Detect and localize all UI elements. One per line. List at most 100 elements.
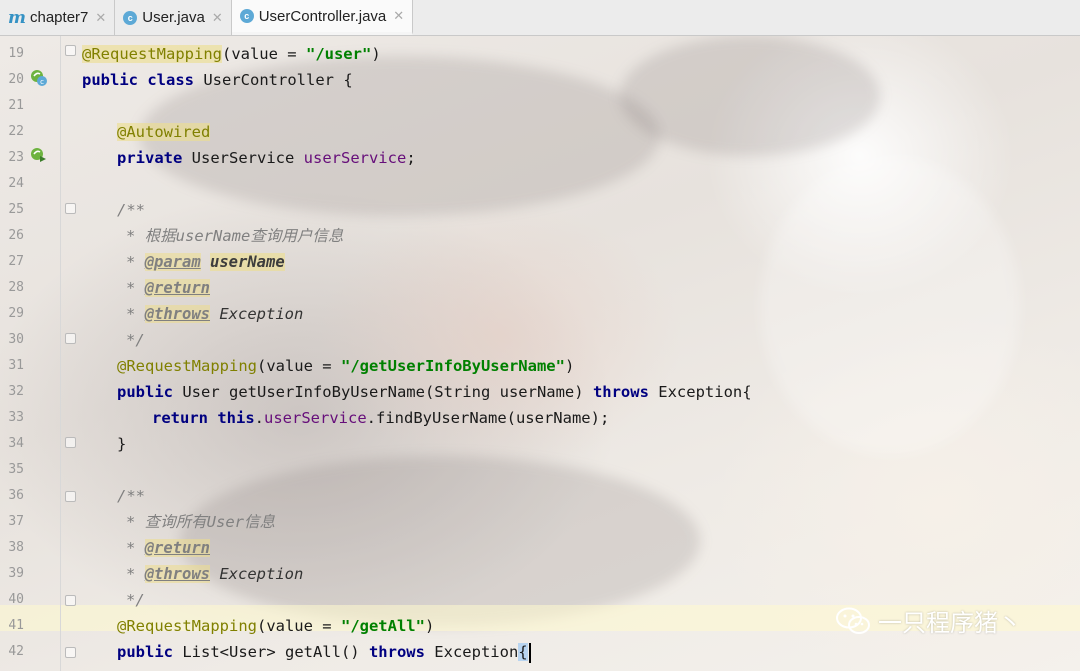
code-text: (value =: [256, 357, 341, 375]
method-signature: User getUserInfoByUserName(String userNa…: [173, 383, 593, 401]
code-line-41: @RequestMapping(value = "/getAll"): [117, 613, 434, 639]
close-icon[interactable]: ✕: [95, 10, 106, 26]
code-text: Exception: [424, 643, 519, 661]
code-text: ): [564, 357, 575, 375]
keyword: return: [152, 409, 208, 427]
editor-gutter: 19 20 21 22 23 24 25 26 27 28 29 30 31 3…: [0, 36, 76, 671]
code-text: ): [424, 617, 435, 635]
annotation: @RequestMapping: [117, 357, 257, 375]
code-text: ;: [406, 149, 416, 167]
code-line-33: return this.userService.findByUserName(u…: [152, 405, 609, 431]
maven-module-icon: m: [8, 7, 26, 28]
fold-marker[interactable]: [65, 595, 76, 606]
fold-marker[interactable]: [65, 333, 76, 344]
line-number: 24: [8, 176, 24, 191]
string-literal: "/getUserInfoByUserName": [340, 357, 565, 375]
code-text: *: [126, 565, 145, 583]
fold-marker[interactable]: [65, 203, 76, 214]
code-text: .: [254, 409, 265, 427]
line-number: 35: [8, 462, 24, 477]
keyword: public: [117, 643, 173, 661]
annotation: @RequestMapping: [117, 617, 257, 635]
line-number: 21: [8, 98, 24, 113]
gutter-divider: [60, 36, 61, 671]
code-line-22: @Autowired: [117, 119, 211, 145]
line-number: 25: [8, 202, 24, 217]
field-name: userService: [303, 149, 407, 167]
class-icon: c: [123, 10, 138, 25]
fold-marker[interactable]: [65, 647, 76, 658]
code-editor[interactable]: @RequestMapping(value = "/user") public …: [82, 36, 1072, 671]
line-number: 37: [8, 514, 24, 529]
close-icon[interactable]: ✕: [393, 8, 404, 24]
wechat-icon: [836, 607, 870, 634]
line-number: 23: [8, 150, 24, 165]
keyword: throws: [368, 643, 425, 661]
code-line-37: * 查询所有User信息: [126, 513, 275, 531]
line-number: 30: [8, 332, 24, 347]
code-text: *: [126, 279, 145, 297]
javadoc-tag: @throws: [144, 305, 210, 323]
line-number: 34: [8, 436, 24, 451]
code-text: ): [371, 45, 381, 63]
code-line-40: */: [126, 591, 145, 609]
method-signature: List<User> getAll(): [173, 643, 369, 661]
autowired-navigate-icon[interactable]: [30, 147, 48, 165]
line-number: 26: [8, 228, 24, 243]
matched-brace: {: [518, 643, 528, 661]
code-text: *: [126, 253, 145, 271]
fold-marker[interactable]: [65, 491, 76, 502]
editor-tab-bar: m chapter7 ✕ c User.java ✕ c UserControl…: [0, 0, 1080, 36]
line-number: 42: [8, 644, 24, 659]
fold-marker[interactable]: [65, 45, 76, 56]
annotation: @Autowired: [117, 123, 211, 141]
keyword: public: [117, 383, 173, 401]
line-number: 19: [8, 46, 24, 61]
code-line-23: private UserService userService;: [117, 145, 416, 171]
line-number: 39: [8, 566, 24, 581]
spring-bean-icon[interactable]: c: [30, 69, 48, 87]
line-number: 31: [8, 358, 24, 373]
code-line-29: * @throws Exception: [126, 301, 303, 327]
code-line-20: public class UserController {: [82, 67, 353, 93]
code-line-31: @RequestMapping(value = "/getUserInfoByU…: [117, 353, 574, 379]
code-line-27: * @param userName: [126, 249, 285, 275]
tab-chapter7[interactable]: m chapter7 ✕: [0, 0, 116, 35]
line-number: 20: [8, 72, 24, 87]
code-line-19: @RequestMapping(value = "/user"): [82, 41, 381, 67]
svg-text:c: c: [40, 78, 44, 86]
string-literal: "/getAll": [340, 617, 425, 635]
code-line-34: }: [117, 435, 127, 453]
javadoc-tag: @param: [144, 253, 201, 271]
code-text: *: [126, 305, 145, 323]
line-number: 38: [8, 540, 24, 555]
tab-usercontroller-java[interactable]: c UserController.java ✕: [231, 0, 414, 35]
watermark: 一只程序猪丶: [836, 603, 1022, 638]
line-number: 29: [8, 306, 24, 321]
field-name: userService: [264, 409, 367, 427]
param-name: userName: [210, 253, 285, 271]
tab-label: User.java: [142, 9, 205, 26]
string-literal: "/user": [305, 45, 372, 63]
close-icon[interactable]: ✕: [212, 10, 223, 26]
code-line-26: * 根据userName查询用户信息: [126, 227, 344, 245]
line-number: 41: [8, 618, 24, 633]
line-number: 27: [8, 254, 24, 269]
code-text: Exception: [210, 305, 304, 323]
code-text: .findByUserName(userName);: [366, 409, 610, 427]
line-number: 28: [8, 280, 24, 295]
code-text: *: [126, 539, 145, 557]
tab-user-java[interactable]: c User.java ✕: [115, 0, 232, 35]
line-number: 32: [8, 384, 24, 399]
code-line-28: * @return: [126, 275, 210, 301]
class-icon: c: [239, 9, 254, 23]
fold-marker[interactable]: [65, 437, 76, 448]
code-line-32: public User getUserInfoByUserName(String…: [117, 379, 752, 405]
code-line-36: /**: [117, 487, 145, 505]
line-number: 36: [8, 488, 24, 503]
javadoc-tag: @return: [144, 539, 210, 557]
text-caret: [528, 642, 531, 663]
class-name: UserController {: [194, 71, 353, 89]
watermark-text: 一只程序猪丶: [878, 609, 1022, 637]
